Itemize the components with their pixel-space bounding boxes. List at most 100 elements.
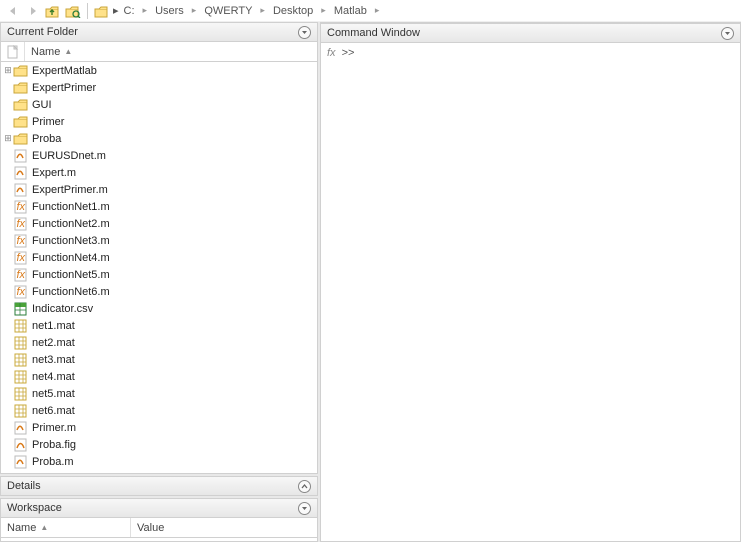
sort-ascending-icon: ▲ xyxy=(64,47,72,56)
file-name: net4.mat xyxy=(32,371,75,383)
chevron-right-icon[interactable]: ▸ xyxy=(113,4,119,17)
file-row[interactable]: net5.mat xyxy=(1,385,317,402)
file-icon: fx xyxy=(13,285,29,299)
file-row[interactable]: Proba.m xyxy=(1,453,317,470)
chevron-right-icon[interactable]: ▸ xyxy=(140,5,151,16)
file-icon-column xyxy=(1,42,25,61)
svg-text:fx: fx xyxy=(17,286,26,298)
details-header[interactable]: Details xyxy=(0,476,318,496)
file-row[interactable]: fx FunctionNet6.m xyxy=(1,283,317,300)
file-row[interactable]: Expert.m xyxy=(1,164,317,181)
file-row[interactable]: net6.mat xyxy=(1,402,317,419)
file-icon xyxy=(13,183,29,197)
file-row[interactable]: Primer.m xyxy=(1,419,317,436)
up-folder-button[interactable] xyxy=(44,2,62,20)
file-row[interactable]: fxFunctionNet1.m xyxy=(1,198,317,215)
svg-text:fx: fx xyxy=(17,235,26,247)
expand-icon[interactable]: ⊞ xyxy=(3,65,13,76)
current-folder-icon[interactable] xyxy=(93,2,111,20)
file-list-header: Name ▲ xyxy=(0,42,318,62)
file-icon xyxy=(13,387,29,401)
breadcrumb-segment[interactable]: C: xyxy=(121,5,138,17)
file-name: net5.mat xyxy=(32,388,75,400)
folder-icon xyxy=(13,98,29,112)
file-row[interactable]: net3.mat xyxy=(1,351,317,368)
folder-row[interactable]: ExpertPrimer xyxy=(1,79,317,96)
file-name: Proba.fig xyxy=(32,439,76,451)
file-icon xyxy=(13,404,29,418)
workspace-value-column[interactable]: Value xyxy=(131,518,317,537)
file-icon xyxy=(13,353,29,367)
file-row[interactable]: EURUSDnet.m xyxy=(1,147,317,164)
current-folder-header[interactable]: Current Folder xyxy=(0,22,318,42)
file-name: Indicator.csv xyxy=(32,303,93,315)
workspace-header[interactable]: Workspace xyxy=(0,498,318,518)
file-row[interactable]: net1.mat xyxy=(1,317,317,334)
file-row[interactable]: fxFunctionNet2.m xyxy=(1,215,317,232)
chevron-right-icon[interactable]: ▸ xyxy=(257,5,268,16)
file-name: EURUSDnet.m xyxy=(32,150,106,162)
file-name: Primer.m xyxy=(32,422,76,434)
chevron-right-icon[interactable]: ▸ xyxy=(372,5,383,16)
file-name: FunctionNet6.m xyxy=(32,286,110,298)
file-name: FunctionNet5.m xyxy=(32,269,110,281)
folder-name: Proba xyxy=(32,133,61,145)
folder-row[interactable]: Primer xyxy=(1,113,317,130)
details-collapse-button[interactable] xyxy=(298,480,311,493)
command-window-header[interactable]: Command Window xyxy=(320,23,741,43)
expand-icon[interactable]: ⊞ xyxy=(3,133,13,144)
file-icon xyxy=(13,421,29,435)
command-window-body[interactable]: fx >> xyxy=(320,43,741,542)
chevron-right-icon[interactable]: ▸ xyxy=(318,5,329,16)
breadcrumb-segment[interactable]: Users xyxy=(152,5,187,17)
breadcrumb-segment[interactable]: QWERTY xyxy=(201,5,255,17)
forward-button[interactable] xyxy=(24,2,42,20)
svg-text:fx: fx xyxy=(17,269,26,281)
file-list[interactable]: ⊞ExpertMatlabExpertPrimer GUI Primer ⊞ Proba… xyxy=(0,62,318,474)
folder-icon xyxy=(13,64,29,78)
folder-name: Primer xyxy=(32,116,64,128)
file-icon xyxy=(13,438,29,452)
file-icon xyxy=(13,370,29,384)
folder-icon xyxy=(13,81,29,95)
details-title: Details xyxy=(7,480,41,492)
chevron-right-icon[interactable]: ▸ xyxy=(189,5,200,16)
folder-icon xyxy=(13,132,29,146)
breadcrumb-segment[interactable]: Matlab xyxy=(331,5,370,17)
file-row[interactable]: net2.mat xyxy=(1,334,317,351)
workspace-menu-button[interactable] xyxy=(298,502,311,515)
file-row[interactable]: fxFunctionNet3.m xyxy=(1,232,317,249)
command-window-menu-button[interactable] xyxy=(721,27,734,40)
file-row[interactable]: ExpertPrimer.m xyxy=(1,181,317,198)
file-icon: fx xyxy=(13,217,29,231)
panel-menu-button[interactable] xyxy=(298,26,311,39)
toolbar-divider xyxy=(87,3,88,19)
command-window-title: Command Window xyxy=(327,27,420,39)
folder-row[interactable]: ⊞ Proba xyxy=(1,130,317,147)
workspace-name-column[interactable]: Name ▲ xyxy=(1,518,131,537)
file-name: net2.mat xyxy=(32,337,75,349)
command-prompt: >> xyxy=(342,47,355,59)
folder-row[interactable]: GUI xyxy=(1,96,317,113)
folder-row[interactable]: ⊞ExpertMatlab xyxy=(1,62,317,79)
file-row[interactable]: Indicator.csv xyxy=(1,300,317,317)
file-row[interactable]: Proba.fig xyxy=(1,436,317,453)
browse-folder-button[interactable] xyxy=(64,2,82,20)
breadcrumb-segment[interactable]: Desktop xyxy=(270,5,316,17)
name-column-header[interactable]: Name ▲ xyxy=(25,46,317,58)
workspace-body[interactable] xyxy=(0,538,318,542)
file-row[interactable]: net4.mat xyxy=(1,368,317,385)
file-icon: fx xyxy=(13,251,29,265)
file-icon: fx xyxy=(13,234,29,248)
file-icon xyxy=(13,302,29,316)
current-folder-title: Current Folder xyxy=(7,26,78,38)
file-name: FunctionNet1.m xyxy=(32,201,110,213)
breadcrumb: C:▸Users▸QWERTY▸Desktop▸Matlab▸ xyxy=(121,5,383,17)
folder-icon xyxy=(13,115,29,129)
folder-name: GUI xyxy=(32,99,52,111)
file-row[interactable]: fx FunctionNet5.m xyxy=(1,266,317,283)
fx-button[interactable]: fx xyxy=(327,47,336,59)
workspace-title: Workspace xyxy=(7,502,62,514)
back-button[interactable] xyxy=(4,2,22,20)
file-row[interactable]: fxFunctionNet4.m xyxy=(1,249,317,266)
